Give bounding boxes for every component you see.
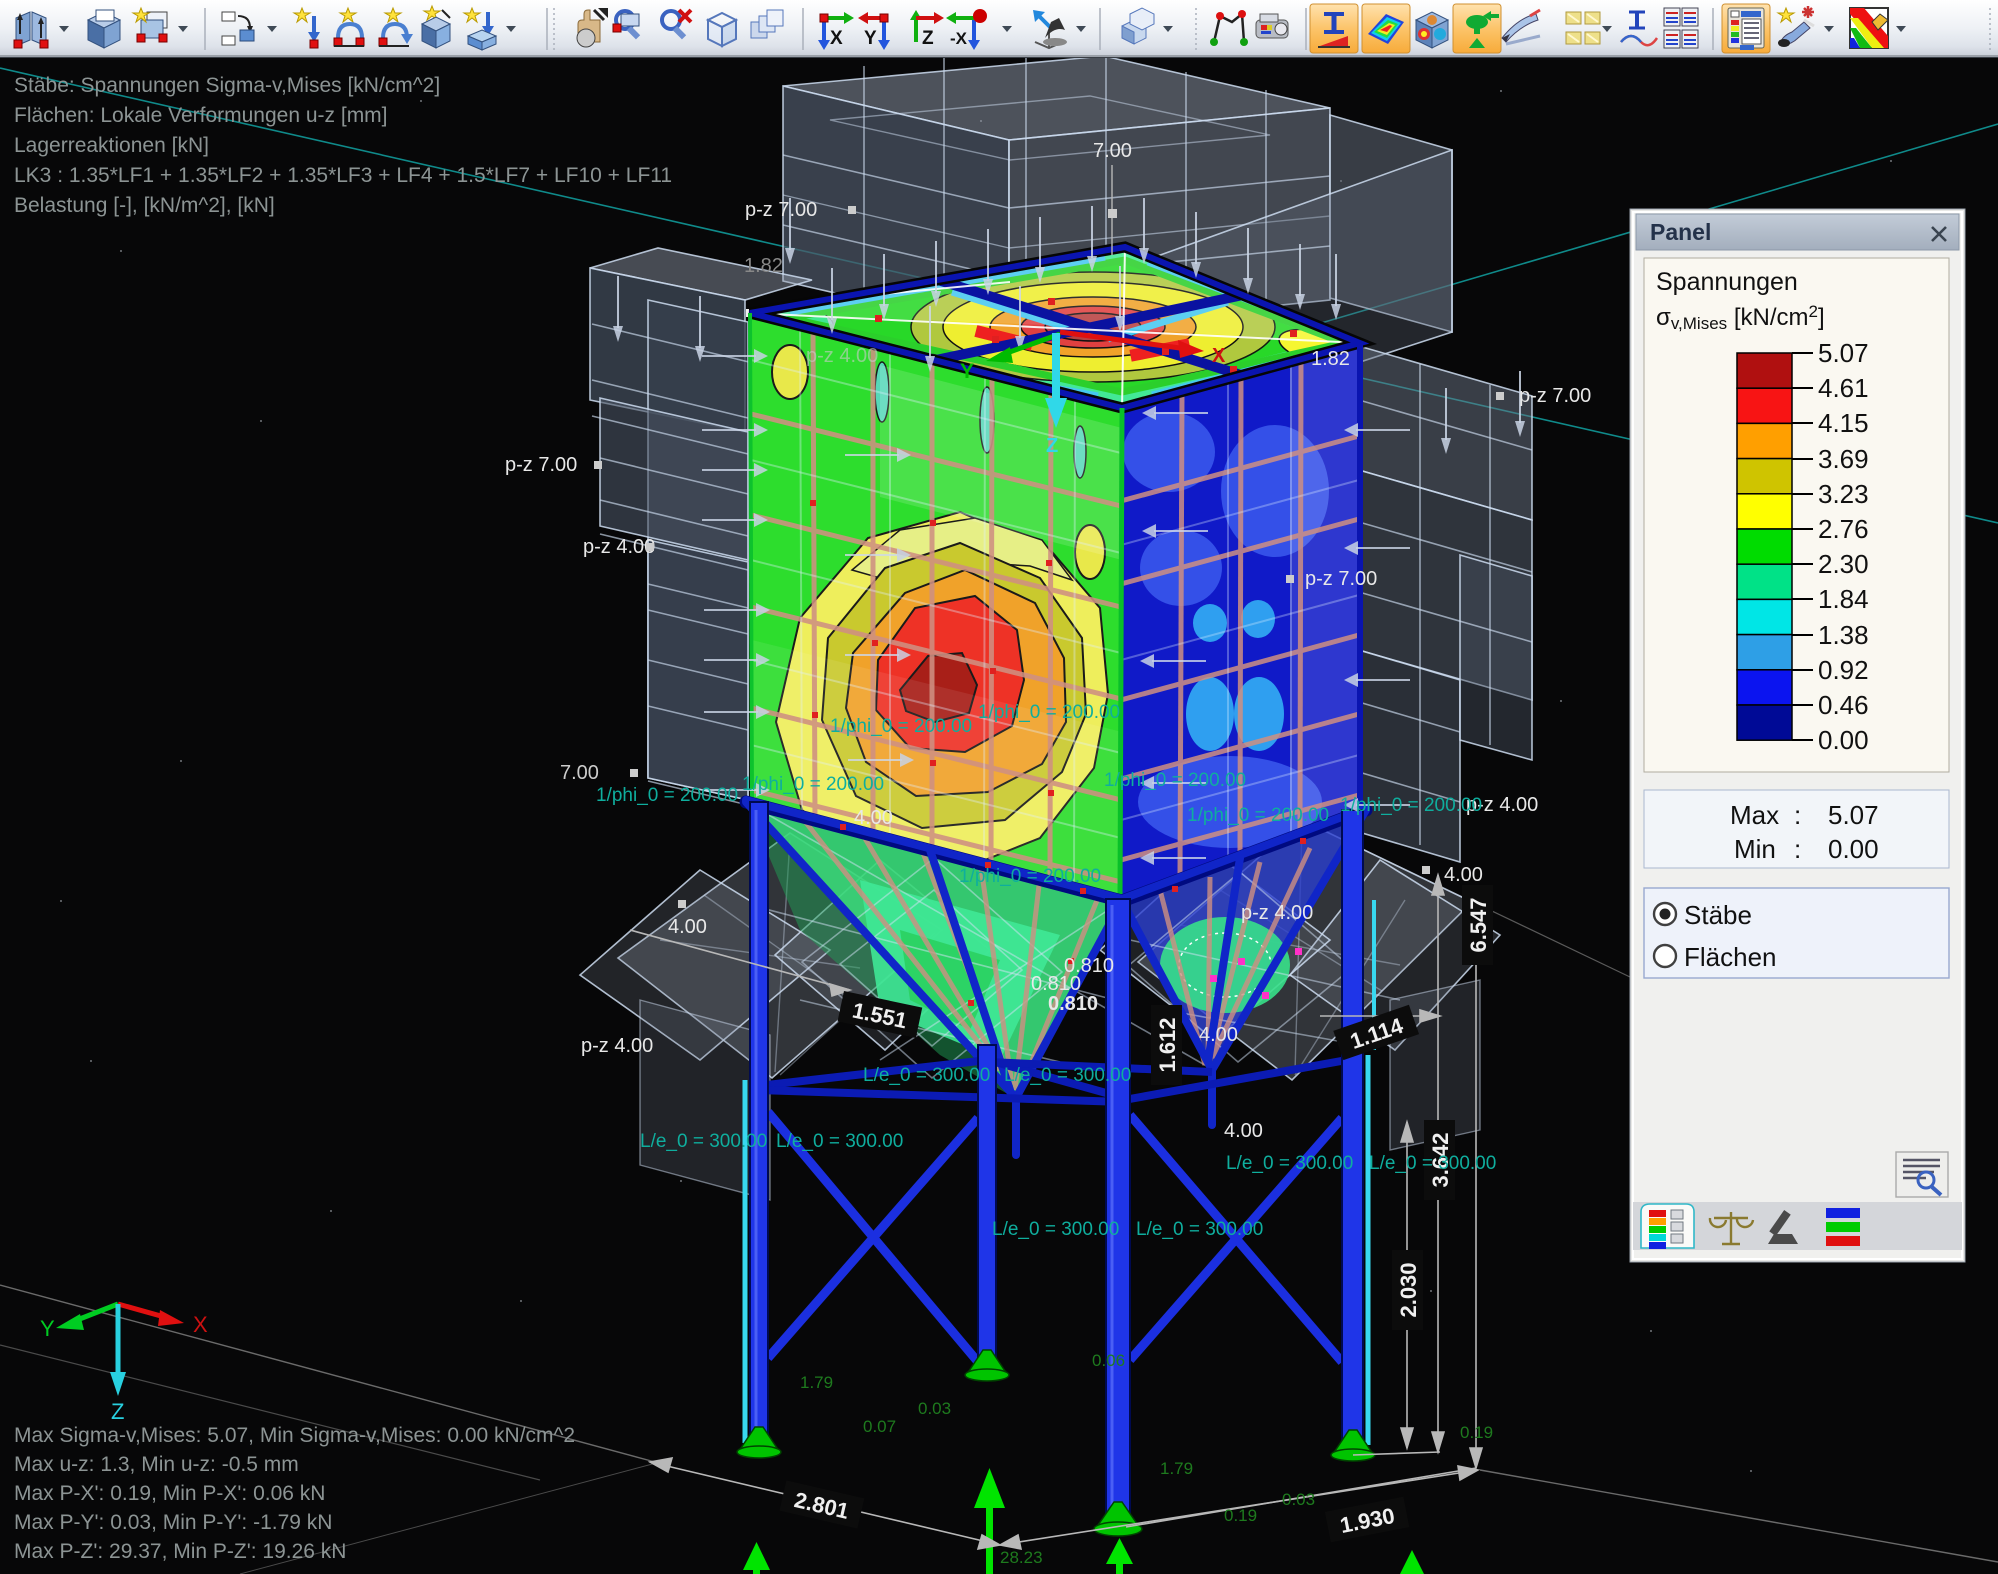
svg-text::: : (1794, 800, 1801, 830)
svg-text:L/e_0 = 300.00: L/e_0 = 300.00 (992, 1219, 1119, 1240)
svg-text:4.00: 4.00 (1444, 864, 1483, 886)
svg-text:3.23: 3.23 (1818, 479, 1869, 509)
svg-text:Max u-z: 1.3, Min u-z: -0.5 mm: Max u-z: 1.3, Min u-z: -0.5 mm (14, 1453, 299, 1476)
svg-text:1/phi_0 = 200.00: 1/phi_0 = 200.00 (742, 774, 884, 795)
svg-text:0.92: 0.92 (1818, 655, 1869, 685)
svg-text:Max P-Z': 29.37, Min P-Z': 19.: Max P-Z': 29.37, Min P-Z': 19.26 kN (14, 1540, 346, 1563)
svg-text:2.76: 2.76 (1818, 514, 1869, 544)
svg-text:4.00: 4.00 (1199, 1024, 1238, 1046)
svg-text:L/e_0 = 300.00: L/e_0 = 300.00 (776, 1131, 903, 1152)
svg-text:3.69: 3.69 (1818, 444, 1869, 474)
svg-text:2.30: 2.30 (1818, 549, 1869, 579)
svg-text:Max Sigma-v,Mises: 5.07, Min S: Max Sigma-v,Mises: 5.07, Min Sigma-v,Mis… (14, 1424, 575, 1447)
svg-text:1.82: 1.82 (1311, 348, 1350, 370)
svg-text:0.810: 0.810 (1064, 955, 1114, 977)
svg-text:4.00: 4.00 (1224, 1120, 1263, 1142)
svg-text:2.030: 2.030 (1396, 1262, 1421, 1317)
svg-text:Belastung [-], [kN/m^2], [kN]: Belastung [-], [kN/m^2], [kN] (14, 194, 275, 217)
svg-text:LK3 : 1.35*LF1 + 1.35*LF2 + 1.: LK3 : 1.35*LF1 + 1.35*LF2 + 1.35*LF3 + L… (14, 164, 672, 187)
svg-text:7.00: 7.00 (1093, 140, 1132, 162)
svg-text:Spannungen: Spannungen (1656, 268, 1798, 296)
svg-text:1/phi_0 = 200.00: 1/phi_0 = 200.00 (596, 785, 738, 806)
svg-text:7.00: 7.00 (560, 762, 599, 784)
svg-text:0.03: 0.03 (1282, 1490, 1315, 1509)
svg-text:1.38: 1.38 (1818, 620, 1869, 650)
svg-text:1.79: 1.79 (800, 1373, 833, 1392)
svg-text:6.547: 6.547 (1466, 897, 1491, 952)
svg-text:L/e_0 = 300.00: L/e_0 = 300.00 (1004, 1065, 1131, 1086)
svg-text:0.03: 0.03 (918, 1399, 951, 1418)
svg-text:5.07: 5.07 (1828, 800, 1879, 830)
svg-text:L/e_0 = 300.00: L/e_0 = 300.00 (863, 1065, 990, 1086)
svg-text:p-z 4.00: p-z 4.00 (583, 536, 655, 558)
svg-text:Flächen: Lokale Verformungen u: Flächen: Lokale Verformungen u-z [mm] (14, 104, 388, 127)
svg-text:X: X (830, 28, 843, 49)
svg-text:Z: Z (111, 1399, 124, 1424)
svg-text:1.84: 1.84 (1818, 584, 1869, 614)
svg-text:Stäbe: Spannungen Sigma-v,Mise: Stäbe: Spannungen Sigma-v,Mises [kN/cm^2… (14, 74, 440, 97)
svg-text:0.46: 0.46 (1818, 690, 1869, 720)
svg-text:L/e_0 = 300.00: L/e_0 = 300.00 (1226, 1153, 1353, 1174)
svg-text:p-z 4.00: p-z 4.00 (806, 345, 878, 367)
svg-text:4.15: 4.15 (1818, 408, 1869, 438)
svg-text:-X: -X (950, 29, 968, 48)
svg-text:p-z 4.00: p-z 4.00 (581, 1035, 653, 1057)
svg-text:Z: Z (922, 28, 934, 49)
svg-text:p-z 4.00: p-z 4.00 (1241, 902, 1313, 924)
svg-text:1.612: 1.612 (1155, 1017, 1180, 1072)
svg-text:1/phi_0 = 200.00: 1/phi_0 = 200.00 (959, 866, 1101, 887)
svg-text:1/phi_0 = 200.00: 1/phi_0 = 200.00 (830, 716, 972, 737)
svg-text:Flächen: Flächen (1684, 942, 1777, 972)
svg-text:4.00: 4.00 (668, 916, 707, 938)
svg-text:Min: Min (1734, 834, 1776, 864)
svg-text:Stäbe: Stäbe (1684, 900, 1752, 930)
svg-text:1/phi_0 = 200.00: 1/phi_0 = 200.00 (1340, 795, 1482, 816)
svg-text:Max P-X': 0.19, Min P-X': 0.06: Max P-X': 0.19, Min P-X': 0.06 kN (14, 1482, 325, 1505)
svg-text::: : (1794, 834, 1801, 864)
svg-text:4.61: 4.61 (1818, 373, 1869, 403)
svg-text:1.82: 1.82 (744, 255, 783, 277)
svg-text:0.19: 0.19 (1224, 1506, 1257, 1525)
svg-text:L/e_0 = 300.00: L/e_0 = 300.00 (1369, 1153, 1496, 1174)
svg-text:p-z 7.00: p-z 7.00 (1305, 568, 1377, 590)
svg-text:p-z 7.00: p-z 7.00 (745, 199, 817, 221)
svg-text:L/e_0 = 300.00: L/e_0 = 300.00 (640, 1131, 767, 1152)
svg-text:1/phi_0 = 200.00: 1/phi_0 = 200.00 (978, 702, 1120, 723)
svg-text:0.810: 0.810 (1048, 993, 1098, 1015)
svg-text:Lagerreaktionen [kN]: Lagerreaktionen [kN] (14, 134, 209, 157)
svg-text:Y: Y (864, 28, 877, 49)
svg-text:5.07: 5.07 (1818, 338, 1869, 368)
svg-text:0.06: 0.06 (1092, 1351, 1125, 1370)
svg-text:X: X (1212, 345, 1226, 367)
svg-text:L/e_0 = 300.00: L/e_0 = 300.00 (1136, 1219, 1263, 1240)
svg-text:p-z 7.00: p-z 7.00 (1519, 385, 1591, 407)
svg-text:Panel: Panel (1650, 219, 1711, 245)
svg-text:Max P-Y': 0.03, Min P-Y': -1.7: Max P-Y': 0.03, Min P-Y': -1.79 kN (14, 1511, 332, 1534)
svg-text:0.00: 0.00 (1828, 834, 1879, 864)
svg-text:Max: Max (1730, 800, 1779, 830)
svg-text:1/phi_0 = 200.00: 1/phi_0 = 200.00 (1187, 805, 1329, 826)
svg-text:Y: Y (40, 1316, 55, 1341)
svg-text:4.00: 4.00 (854, 807, 893, 829)
svg-text:1/phi_0 = 200.00: 1/phi_0 = 200.00 (1104, 770, 1246, 791)
svg-text:0.00: 0.00 (1818, 725, 1869, 755)
svg-text:Y: Y (960, 360, 974, 383)
svg-text:p-z 7.00: p-z 7.00 (505, 454, 577, 476)
svg-text:0.07: 0.07 (863, 1417, 896, 1436)
svg-text:X: X (193, 1312, 208, 1337)
svg-text:28.23: 28.23 (1000, 1548, 1043, 1567)
svg-text:Z: Z (1046, 435, 1058, 457)
svg-text:1.79: 1.79 (1160, 1459, 1193, 1478)
svg-text:0.19: 0.19 (1460, 1423, 1493, 1442)
